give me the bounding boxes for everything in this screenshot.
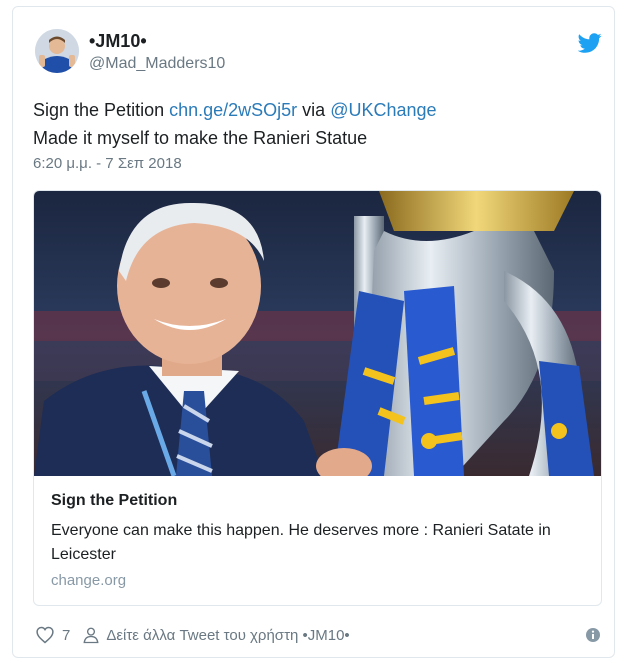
tweet-text-line-1: Sign the Petition chn.ge/2wSOj5r via @UK… <box>33 96 593 124</box>
card-description: Everyone can make this happen. He deserv… <box>51 522 551 563</box>
person-icon <box>83 627 99 644</box>
link-card[interactable]: Sign the Petition Everyone can make this… <box>33 190 602 606</box>
tweet-actions: 7 Δείτε άλλα Tweet του χρήστη •JM10• <box>35 624 350 646</box>
tweet-text: Sign the Petition chn.ge/2wSOj5r via @UK… <box>33 96 593 152</box>
tweet-timestamp[interactable]: 6:20 μ.μ. - 7 Σεπ 2018 <box>33 155 182 172</box>
heart-icon[interactable] <box>35 625 55 645</box>
info-icon[interactable] <box>585 627 601 643</box>
petition-link[interactable]: chn.ge/2wSOj5r <box>169 100 297 120</box>
like-count[interactable]: 7 <box>62 627 70 644</box>
mention-link[interactable]: @UKChange <box>330 100 436 120</box>
tweet-text-line-2: Made it myself to make the Ranieri Statu… <box>33 128 368 148</box>
author-display-name[interactable]: •JM10• <box>89 31 147 52</box>
author-handle[interactable]: @Mad_Madders10 <box>89 55 225 73</box>
tweet-text-via: via <box>297 100 331 120</box>
see-more-tweets-link[interactable]: Δείτε άλλα Tweet του χρήστη •JM10• <box>106 627 349 644</box>
twitter-bird-icon[interactable] <box>578 31 602 55</box>
tweet-text-prefix: Sign the Petition <box>33 100 170 120</box>
ranieri-trophy-photo <box>34 191 601 476</box>
card-title[interactable]: Sign the Petition <box>51 492 177 510</box>
embedded-tweet: •JM10• @Mad_Madders10 Sign the Petition … <box>12 6 615 658</box>
avatar[interactable] <box>35 29 79 73</box>
card-domain: change.org <box>51 572 127 589</box>
